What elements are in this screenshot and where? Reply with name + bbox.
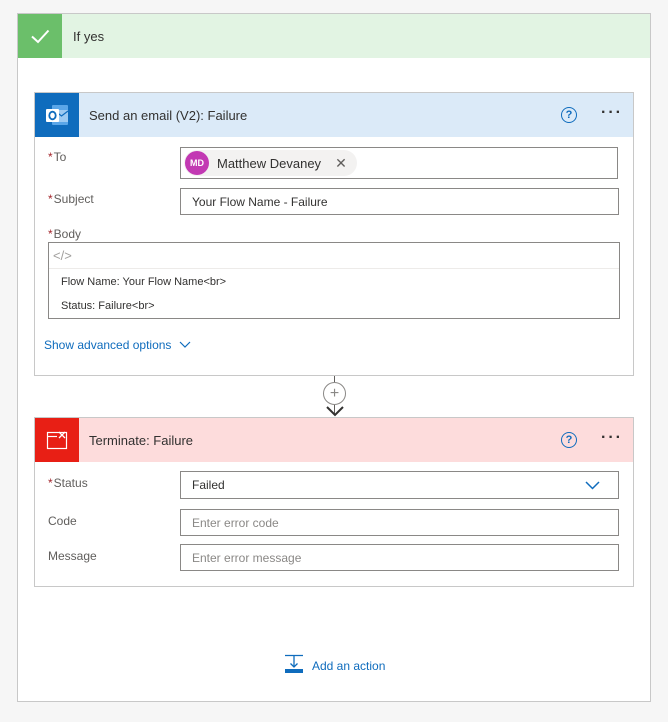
code-label: Code — [48, 514, 77, 528]
arrow-down-icon — [326, 406, 344, 417]
code-placeholder: Enter error code — [192, 515, 279, 530]
chevron-down-icon — [179, 338, 191, 352]
show-advanced-options-label: Show advanced options — [44, 338, 172, 352]
remove-recipient-icon[interactable]: ✕ — [335, 155, 347, 172]
send-email-card: Send an email (V2): Failure ? ··· *To MD… — [34, 92, 634, 376]
terminate-card: Terminate: Failure ? ··· *Status Failed … — [34, 417, 634, 587]
body-line: Status: Failure<br> — [61, 300, 155, 312]
status-value: Failed — [192, 478, 225, 492]
terminate-card-header[interactable]: Terminate: Failure ? ··· — [35, 418, 633, 462]
branch-header[interactable]: If yes — [18, 14, 650, 58]
condition-branch-if-yes: If yes Send an email (V2): Failure ? ···… — [17, 13, 651, 702]
outlook-icon — [35, 93, 79, 137]
branch-title: If yes — [73, 28, 105, 44]
code-view-icon[interactable]: </> — [53, 248, 72, 263]
message-placeholder: Enter error message — [192, 550, 302, 565]
to-label: *To — [48, 150, 66, 164]
send-email-card-header[interactable]: Send an email (V2): Failure ? ··· — [35, 93, 633, 137]
subject-input[interactable]: Your Flow Name - Failure — [180, 188, 619, 215]
more-options-icon[interactable]: ··· — [601, 430, 623, 447]
help-icon[interactable]: ? — [561, 107, 578, 123]
subject-label: *Subject — [48, 192, 94, 206]
add-action-icon — [284, 654, 304, 677]
checkmark-icon — [18, 14, 62, 58]
terminate-icon — [35, 418, 79, 462]
code-input[interactable]: Enter error code — [180, 509, 619, 536]
recipient-chip: MD Matthew Devaney ✕ — [184, 150, 357, 176]
help-icon[interactable]: ? — [561, 432, 578, 448]
message-label: Message — [48, 549, 97, 563]
avatar: MD — [185, 151, 209, 175]
required-mark: * — [48, 192, 53, 206]
show-advanced-options-link[interactable]: Show advanced options — [44, 338, 191, 352]
status-label-text: Status — [53, 476, 88, 490]
body-label: *Body — [48, 227, 81, 241]
subject-label-text: Subject — [53, 192, 94, 206]
add-action-label: Add an action — [312, 658, 386, 673]
status-dropdown[interactable]: Failed — [180, 471, 619, 499]
recipient-name: Matthew Devaney — [217, 155, 322, 171]
required-mark: * — [48, 227, 53, 241]
terminate-card-title: Terminate: Failure — [89, 432, 194, 448]
body-label-text: Body — [53, 227, 82, 241]
status-label: *Status — [48, 476, 88, 490]
to-field[interactable]: MD Matthew Devaney ✕ — [180, 147, 618, 179]
body-editor[interactable]: </> Flow Name: Your Flow Name<br> Status… — [48, 242, 620, 319]
chevron-down-icon — [585, 480, 600, 490]
required-mark: * — [48, 150, 53, 164]
more-options-icon[interactable]: ··· — [601, 105, 623, 122]
body-toolbar: </> — [49, 243, 619, 269]
message-input[interactable]: Enter error message — [180, 544, 619, 571]
body-line: Flow Name: Your Flow Name<br> — [61, 276, 227, 288]
to-label-text: To — [53, 150, 67, 164]
subject-value: Your Flow Name - Failure — [192, 194, 328, 209]
insert-step-icon[interactable]: + — [323, 382, 346, 405]
required-mark: * — [48, 476, 53, 490]
add-action-button[interactable]: Add an action — [284, 654, 385, 677]
send-email-card-title: Send an email (V2): Failure — [89, 107, 248, 123]
